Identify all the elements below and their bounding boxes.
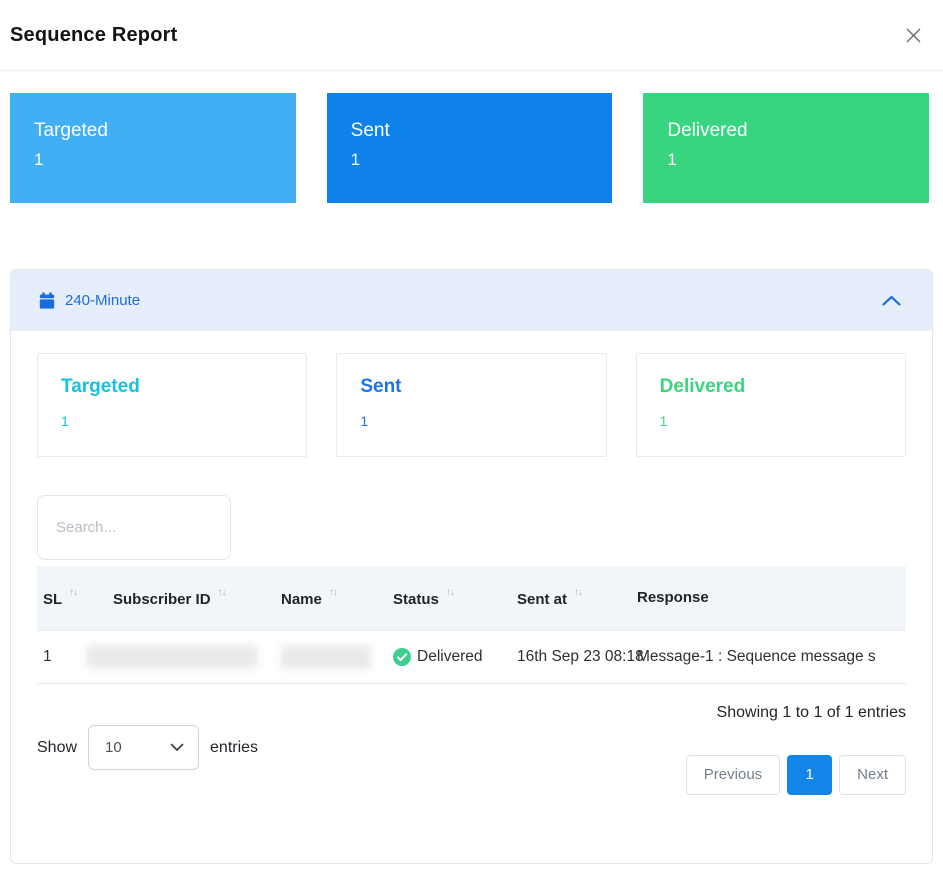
sort-icon: ↑↓ <box>329 587 337 598</box>
summary-card-value: 1 <box>667 150 919 170</box>
column-header-name[interactable]: Name↑↓ <box>275 566 387 630</box>
panel-header-toggle[interactable]: 240-Minute <box>11 270 932 331</box>
report-table: SL↑↓ Subscriber ID↑↓ Name↑↓ Status↑↓ Sen… <box>37 566 906 684</box>
summary-card-value: 1 <box>34 150 286 170</box>
pagination: Previous 1 Next <box>686 755 906 795</box>
page-size-control: Show 10 entries <box>37 701 258 795</box>
cell-status: Delivered <box>387 630 511 683</box>
previous-page-button[interactable]: Previous <box>686 755 780 795</box>
summary-card-targeted: Targeted 1 <box>10 93 296 203</box>
search-input[interactable] <box>37 495 231 560</box>
sort-icon: ↑↓ <box>446 587 454 598</box>
summary-card-label: Delivered <box>667 120 919 142</box>
showing-entries-text: Showing 1 to 1 of 1 entries <box>686 704 906 722</box>
summary-card-label: Sent <box>351 120 603 142</box>
show-label: Show <box>37 739 77 757</box>
column-header-subscriber-id[interactable]: Subscriber ID↑↓ <box>85 566 275 630</box>
subscriber-id-redacted-blur <box>87 645 257 669</box>
calendar-icon <box>39 292 55 309</box>
summary-card-value: 1 <box>351 150 603 170</box>
table-header-row: SL↑↓ Subscriber ID↑↓ Name↑↓ Status↑↓ Sen… <box>37 566 906 630</box>
sort-icon: ↑↓ <box>574 587 582 598</box>
panel-card-sent: Sent 1 <box>336 353 606 457</box>
name-redacted-blur <box>281 645 371 669</box>
summary-card-delivered: Delivered 1 <box>643 93 929 203</box>
panel-card-value: 1 <box>660 413 905 429</box>
entries-label: entries <box>210 739 258 757</box>
cell-subscriber-id <box>85 630 275 683</box>
panel-card-value: 1 <box>61 413 306 429</box>
page-title: Sequence Report <box>10 24 177 47</box>
panel-card-targeted: Targeted 1 <box>37 353 307 457</box>
chevron-up-icon[interactable] <box>881 294 902 307</box>
close-icon[interactable] <box>900 22 927 49</box>
panel-card-value: 1 <box>360 413 605 429</box>
column-header-status[interactable]: Status↑↓ <box>387 566 511 630</box>
pagination-area: Showing 1 to 1 of 1 entries Previous 1 N… <box>686 701 906 795</box>
panel-card-label: Delivered <box>660 376 905 398</box>
page-size-select[interactable]: 10 <box>88 725 199 770</box>
summary-card-label: Targeted <box>34 120 286 142</box>
sort-icon: ↑↓ <box>69 587 77 598</box>
column-header-sent-at[interactable]: Sent at↑↓ <box>511 566 631 630</box>
panel-body: Targeted 1 Sent 1 Delivered 1 SL↑↓ <box>11 331 932 795</box>
chevron-down-icon <box>170 743 184 752</box>
cell-sent-at: 16th Sep 23 08:18 <box>511 630 631 683</box>
cell-response: Message-1 : Sequence message s <box>631 630 906 683</box>
panel-card-delivered: Delivered 1 <box>636 353 906 457</box>
modal-header: Sequence Report <box>0 0 943 71</box>
sequence-step-panel: 240-Minute Targeted 1 Sent 1 Delivered 1 <box>10 269 933 864</box>
sort-icon: ↑↓ <box>218 587 226 598</box>
panel-card-label: Sent <box>360 376 605 398</box>
table-row: 1 <box>37 630 906 683</box>
page-size-value: 10 <box>105 739 122 756</box>
check-circle-icon <box>393 648 411 666</box>
summary-card-sent: Sent 1 <box>327 93 613 203</box>
column-header-sl[interactable]: SL↑↓ <box>37 566 85 630</box>
panel-card-label: Targeted <box>61 376 306 398</box>
current-page-button[interactable]: 1 <box>787 755 832 795</box>
status-badge: Delivered <box>417 648 482 666</box>
table-footer: Show 10 entries Showing 1 to 1 of 1 entr… <box>37 701 906 795</box>
cell-name <box>275 630 387 683</box>
column-header-response[interactable]: Response <box>631 566 906 630</box>
panel-stat-cards: Targeted 1 Sent 1 Delivered 1 <box>37 353 906 457</box>
next-page-button[interactable]: Next <box>839 755 906 795</box>
panel-title: 240-Minute <box>65 292 881 309</box>
cell-sl: 1 <box>37 630 85 683</box>
summary-cards-row: Targeted 1 Sent 1 Delivered 1 <box>0 71 943 203</box>
